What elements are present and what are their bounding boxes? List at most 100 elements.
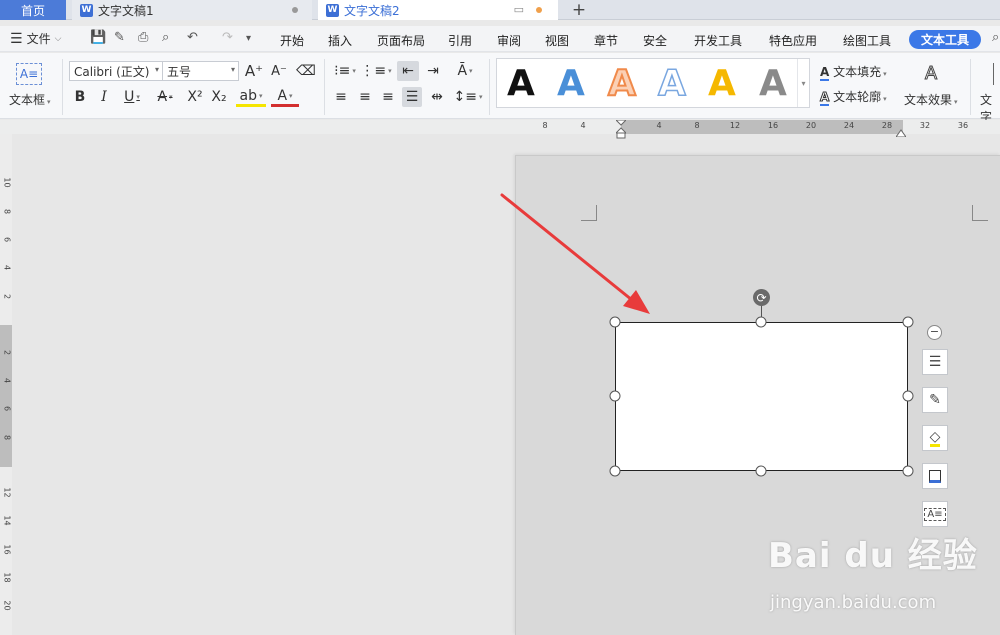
chevron-down-icon: ▾ xyxy=(883,95,887,103)
menu-start[interactable]: 开始 xyxy=(280,32,304,49)
search-icon[interactable]: ⌕ xyxy=(992,30,999,45)
collapse-icon[interactable]: − xyxy=(927,325,942,340)
menu-page-layout[interactable]: 页面布局 xyxy=(377,32,425,49)
print-icon[interactable]: ⎙ xyxy=(138,30,148,45)
shape-outline-icon[interactable] xyxy=(922,463,948,489)
shrink-font-icon[interactable]: A⁻ xyxy=(269,61,289,81)
line-spacing-icon[interactable]: ↕≡ ▾ xyxy=(454,87,483,107)
writer-doc-icon: W xyxy=(326,3,339,17)
justify-icon[interactable]: ☰ xyxy=(402,87,422,107)
margin-corner-mark xyxy=(581,205,597,221)
strikethrough-icon[interactable]: A ▾ xyxy=(151,87,179,107)
numbered-list-icon[interactable]: ⋮≡ ▾ xyxy=(360,61,391,81)
resize-handle-bottom[interactable] xyxy=(755,465,767,477)
underline-icon[interactable]: U ▾ xyxy=(118,87,146,107)
menu-drawing-tools[interactable]: 绘图工具 xyxy=(843,32,891,49)
indent-marker-icon[interactable] xyxy=(614,119,628,139)
resize-handle-right[interactable] xyxy=(902,390,914,402)
align-right-icon[interactable]: ≡ xyxy=(378,87,398,107)
resize-handle-top-left[interactable] xyxy=(609,316,621,328)
menu-text-tools[interactable]: 文本工具 xyxy=(909,30,981,49)
subscript-icon[interactable]: X₂ xyxy=(208,87,230,107)
textbox-button-label: 文本框 xyxy=(9,93,46,107)
ruler-tick: 8 xyxy=(2,434,12,441)
resize-handle-left[interactable] xyxy=(609,390,621,402)
undo-icon[interactable]: ↶ xyxy=(187,30,198,45)
align-center-icon[interactable]: ≡ xyxy=(355,87,375,107)
text-effect-icon[interactable]: A xyxy=(919,61,943,85)
text-effect-button[interactable]: 文本效果 ▾ xyxy=(904,91,958,108)
font-color-icon[interactable]: A ▾ xyxy=(271,87,299,107)
textbox-icon[interactable]: A≡ xyxy=(16,63,42,85)
font-name-select[interactable]: Calibri (正文) ▾ xyxy=(69,61,163,81)
menu-security[interactable]: 安全 xyxy=(643,32,667,49)
grow-font-icon[interactable]: A⁺ xyxy=(244,61,264,81)
text-fill-label: 文本填充 xyxy=(833,65,882,79)
bold-icon[interactable]: B xyxy=(70,87,90,107)
font-size-select[interactable]: 五号 ▾ xyxy=(162,61,239,81)
resize-handle-bottom-left[interactable] xyxy=(609,465,621,477)
text-style-gray[interactable]: A xyxy=(759,64,787,104)
text-style-orange-outline[interactable]: A xyxy=(607,63,637,105)
tab-home[interactable]: 首页 xyxy=(0,0,66,20)
italic-icon[interactable]: I xyxy=(94,87,114,107)
file-menu[interactable]: ☰ 文件 ⌵ xyxy=(10,30,61,47)
rotate-handle-icon[interactable]: ⟳ xyxy=(753,289,770,306)
chevron-down-icon: ⌵ xyxy=(54,33,62,44)
text-style-yellow[interactable]: A xyxy=(708,64,736,104)
text-direction-icon[interactable]: Ā ▾ xyxy=(451,61,479,81)
ruler-tick: 18 xyxy=(2,572,12,583)
text-style-blue[interactable]: A xyxy=(557,64,585,104)
menu-sections[interactable]: 章节 xyxy=(594,32,618,49)
tab-bar: 首页 W 文字文稿1 W 文字文稿2 ▭ + xyxy=(0,0,1000,20)
redo-icon[interactable]: ↷ xyxy=(222,30,233,45)
textbox-button[interactable]: 文本框 ▾ xyxy=(9,91,51,108)
highlight-icon[interactable]: ab ▾ xyxy=(236,87,266,107)
textbox-options-icon[interactable]: A≡ xyxy=(922,501,948,527)
resize-handle-top-right[interactable] xyxy=(902,316,914,328)
text-style-blue-outline[interactable]: A xyxy=(657,63,686,105)
ruler-tick: 4 xyxy=(580,121,586,130)
ruler-tick: 16 xyxy=(2,544,12,555)
increase-indent-icon[interactable]: ⇥ xyxy=(422,61,444,81)
font-name-value: Calibri (正文) xyxy=(74,64,150,79)
menu-view[interactable]: 视图 xyxy=(545,32,569,49)
right-indent-marker-icon[interactable] xyxy=(895,126,907,138)
ruler-tick: 14 xyxy=(2,515,12,526)
text-fill-button[interactable]: A 文本填充 ▾ xyxy=(820,63,887,81)
menu-review[interactable]: 审阅 xyxy=(497,32,521,49)
format-painter-icon[interactable]: ✎ xyxy=(114,30,125,45)
customize-quick-access-icon[interactable]: ▾ xyxy=(246,33,251,44)
group-divider xyxy=(62,59,63,115)
menu-references[interactable]: 引用 xyxy=(448,32,472,49)
resize-handle-bottom-right[interactable] xyxy=(902,465,914,477)
shape-style-brush-icon[interactable]: ✎ xyxy=(922,387,948,413)
resize-handle-top[interactable] xyxy=(755,316,767,328)
menu-special[interactable]: 特色应用 xyxy=(769,32,817,49)
clear-format-icon[interactable]: ⌫ xyxy=(296,61,316,81)
text-fill-icon: A xyxy=(820,65,830,81)
shape-fill-icon[interactable]: ◇ xyxy=(922,425,948,451)
gallery-more-icon[interactable]: ▾ xyxy=(797,59,809,107)
save-icon[interactable]: 💾 xyxy=(90,30,106,45)
bullet-list-icon[interactable]: ⁝≡ ▾ xyxy=(332,61,358,81)
superscript-icon[interactable]: X² xyxy=(184,87,206,107)
menu-developer[interactable]: 开发工具 xyxy=(694,32,742,49)
ruler-tick: 8 xyxy=(542,121,548,130)
tab-doc2[interactable]: W 文字文稿2 ▭ xyxy=(318,0,558,20)
text-box[interactable] xyxy=(615,322,908,471)
decrease-indent-icon[interactable]: ⇤ xyxy=(397,61,419,81)
tab-doc1[interactable]: W 文字文稿1 xyxy=(72,0,312,20)
distributed-align-icon[interactable]: ⇹ xyxy=(426,87,448,107)
new-tab-button[interactable]: + xyxy=(568,0,590,20)
chevron-down-icon: ▾ xyxy=(47,98,51,106)
text-style-black[interactable]: A xyxy=(507,64,535,104)
text-outline-button[interactable]: A 文本轮廓 ▾ xyxy=(819,88,887,106)
layout-options-icon[interactable]: ☰ xyxy=(922,349,948,375)
monitor-icon[interactable]: ▭ xyxy=(514,3,524,16)
align-left-icon[interactable]: ≡ xyxy=(331,87,351,107)
menu-insert[interactable]: 插入 xyxy=(328,32,352,49)
ruler-tick: 20 xyxy=(2,600,12,611)
print-preview-icon[interactable]: ⌕ xyxy=(162,30,169,45)
ruler-tick: 4 xyxy=(2,377,12,384)
